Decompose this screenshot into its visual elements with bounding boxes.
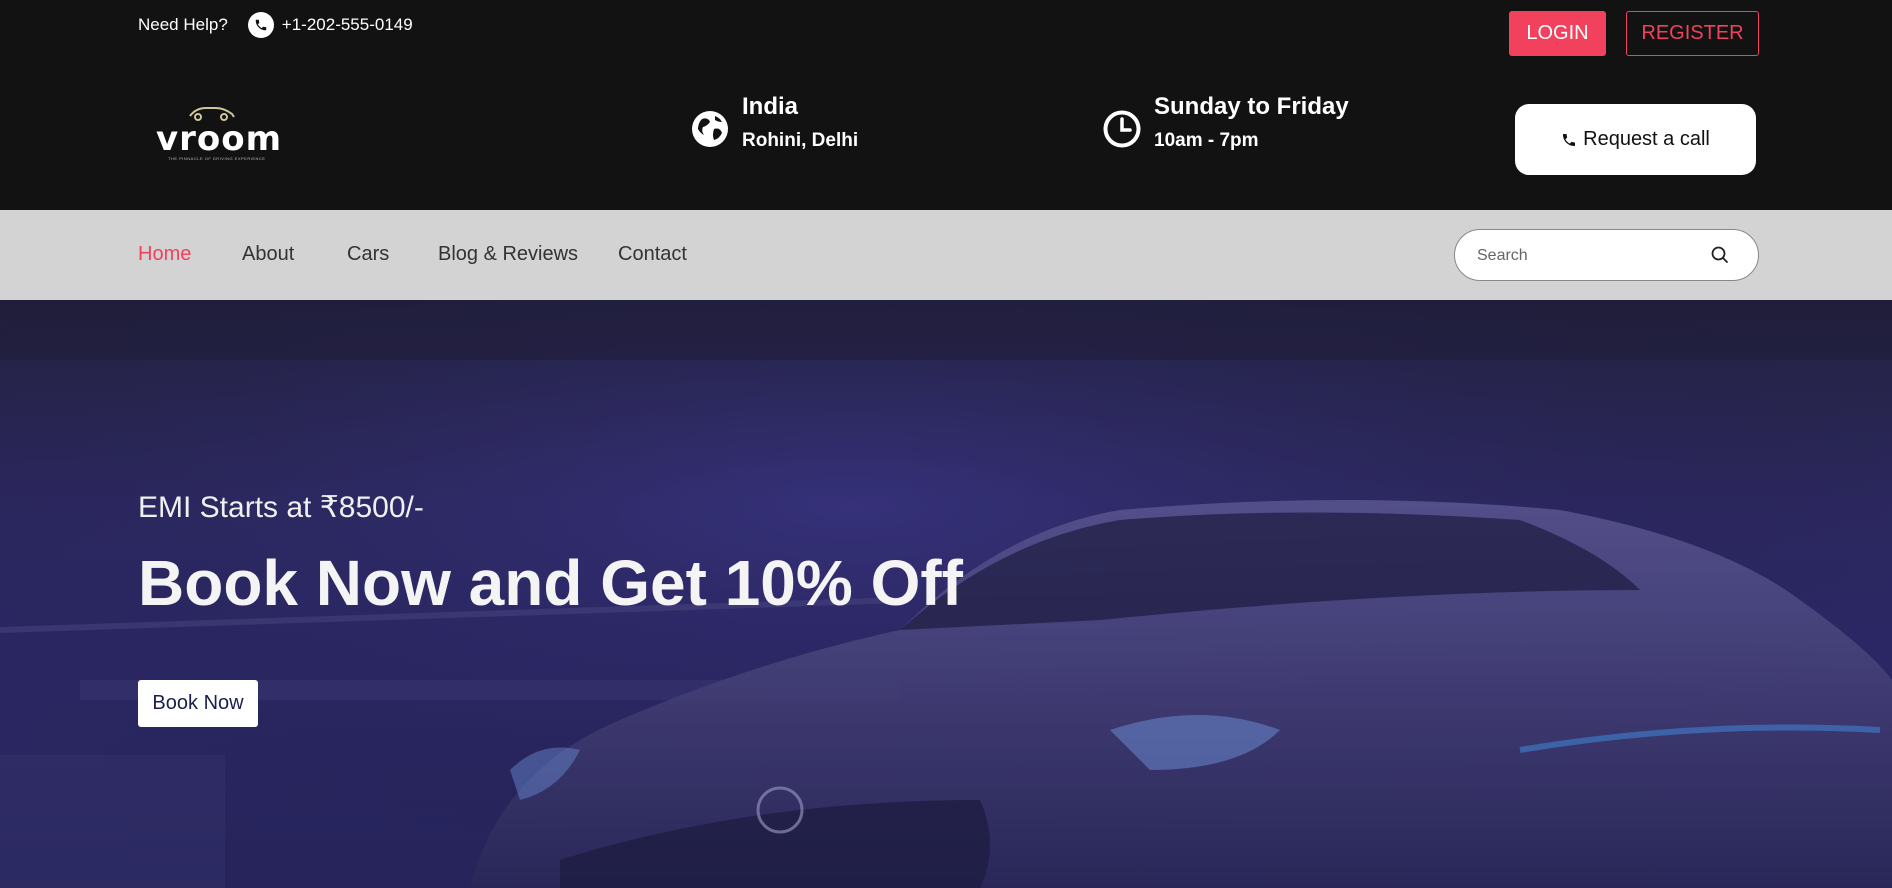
phone-number-link[interactable]: +1-202-555-0149: [282, 15, 413, 35]
top-header: Need Help? +1-202-555-0149 LOGIN REGISTE…: [0, 0, 1892, 210]
phone-icon: [247, 12, 274, 38]
search-box: [1454, 229, 1759, 281]
request-call-label: Request a call: [1583, 128, 1710, 150]
need-help-label: Need Help?: [138, 15, 228, 34]
register-button[interactable]: REGISTER: [1626, 11, 1759, 56]
logo-wordmark: vroom: [156, 119, 283, 159]
hours-time: 10am - 7pm: [1154, 130, 1259, 151]
help-contact: Need Help? +1-202-555-0149: [138, 12, 413, 38]
hours-days: Sunday to Friday: [1154, 93, 1349, 120]
hero-title: Book Now and Get 10% Off: [138, 547, 963, 619]
search-icon[interactable]: [1709, 244, 1731, 266]
location-country: India: [742, 93, 799, 120]
vroom-logo[interactable]: vroom THE PINNACLE OF DRIVING EXPERIENCE: [152, 104, 281, 164]
hero-emi-text: EMI Starts at ₹8500/-: [138, 491, 424, 524]
logo-tagline: THE PINNACLE OF DRIVING EXPERIENCE: [168, 156, 266, 161]
login-button[interactable]: LOGIN: [1509, 11, 1606, 56]
request-call-button[interactable]: Request a call: [1515, 104, 1756, 175]
clock-icon: [1102, 109, 1142, 149]
nav-item-about[interactable]: About: [242, 243, 294, 266]
location-city: Rohini, Delhi: [742, 130, 859, 151]
nav-item-home[interactable]: Home: [138, 243, 191, 266]
phone-icon: [1563, 133, 1576, 146]
nav-item-contact[interactable]: Contact: [618, 243, 687, 266]
search-input[interactable]: [1477, 242, 1697, 270]
hours-info: Sunday to Friday 10am - 7pm: [1102, 92, 1349, 152]
main-navigation: Home About Cars Blog & Reviews Contact: [0, 210, 1892, 300]
location-info: India Rohini, Delhi: [690, 92, 858, 152]
nav-item-blog-reviews[interactable]: Blog & Reviews: [438, 243, 578, 266]
book-now-button[interactable]: Book Now: [138, 680, 258, 727]
nav-item-cars[interactable]: Cars: [347, 243, 389, 266]
hero-banner: EMI Starts at ₹8500/- Book Now and Get 1…: [0, 300, 1892, 888]
globe-icon: [690, 109, 730, 149]
